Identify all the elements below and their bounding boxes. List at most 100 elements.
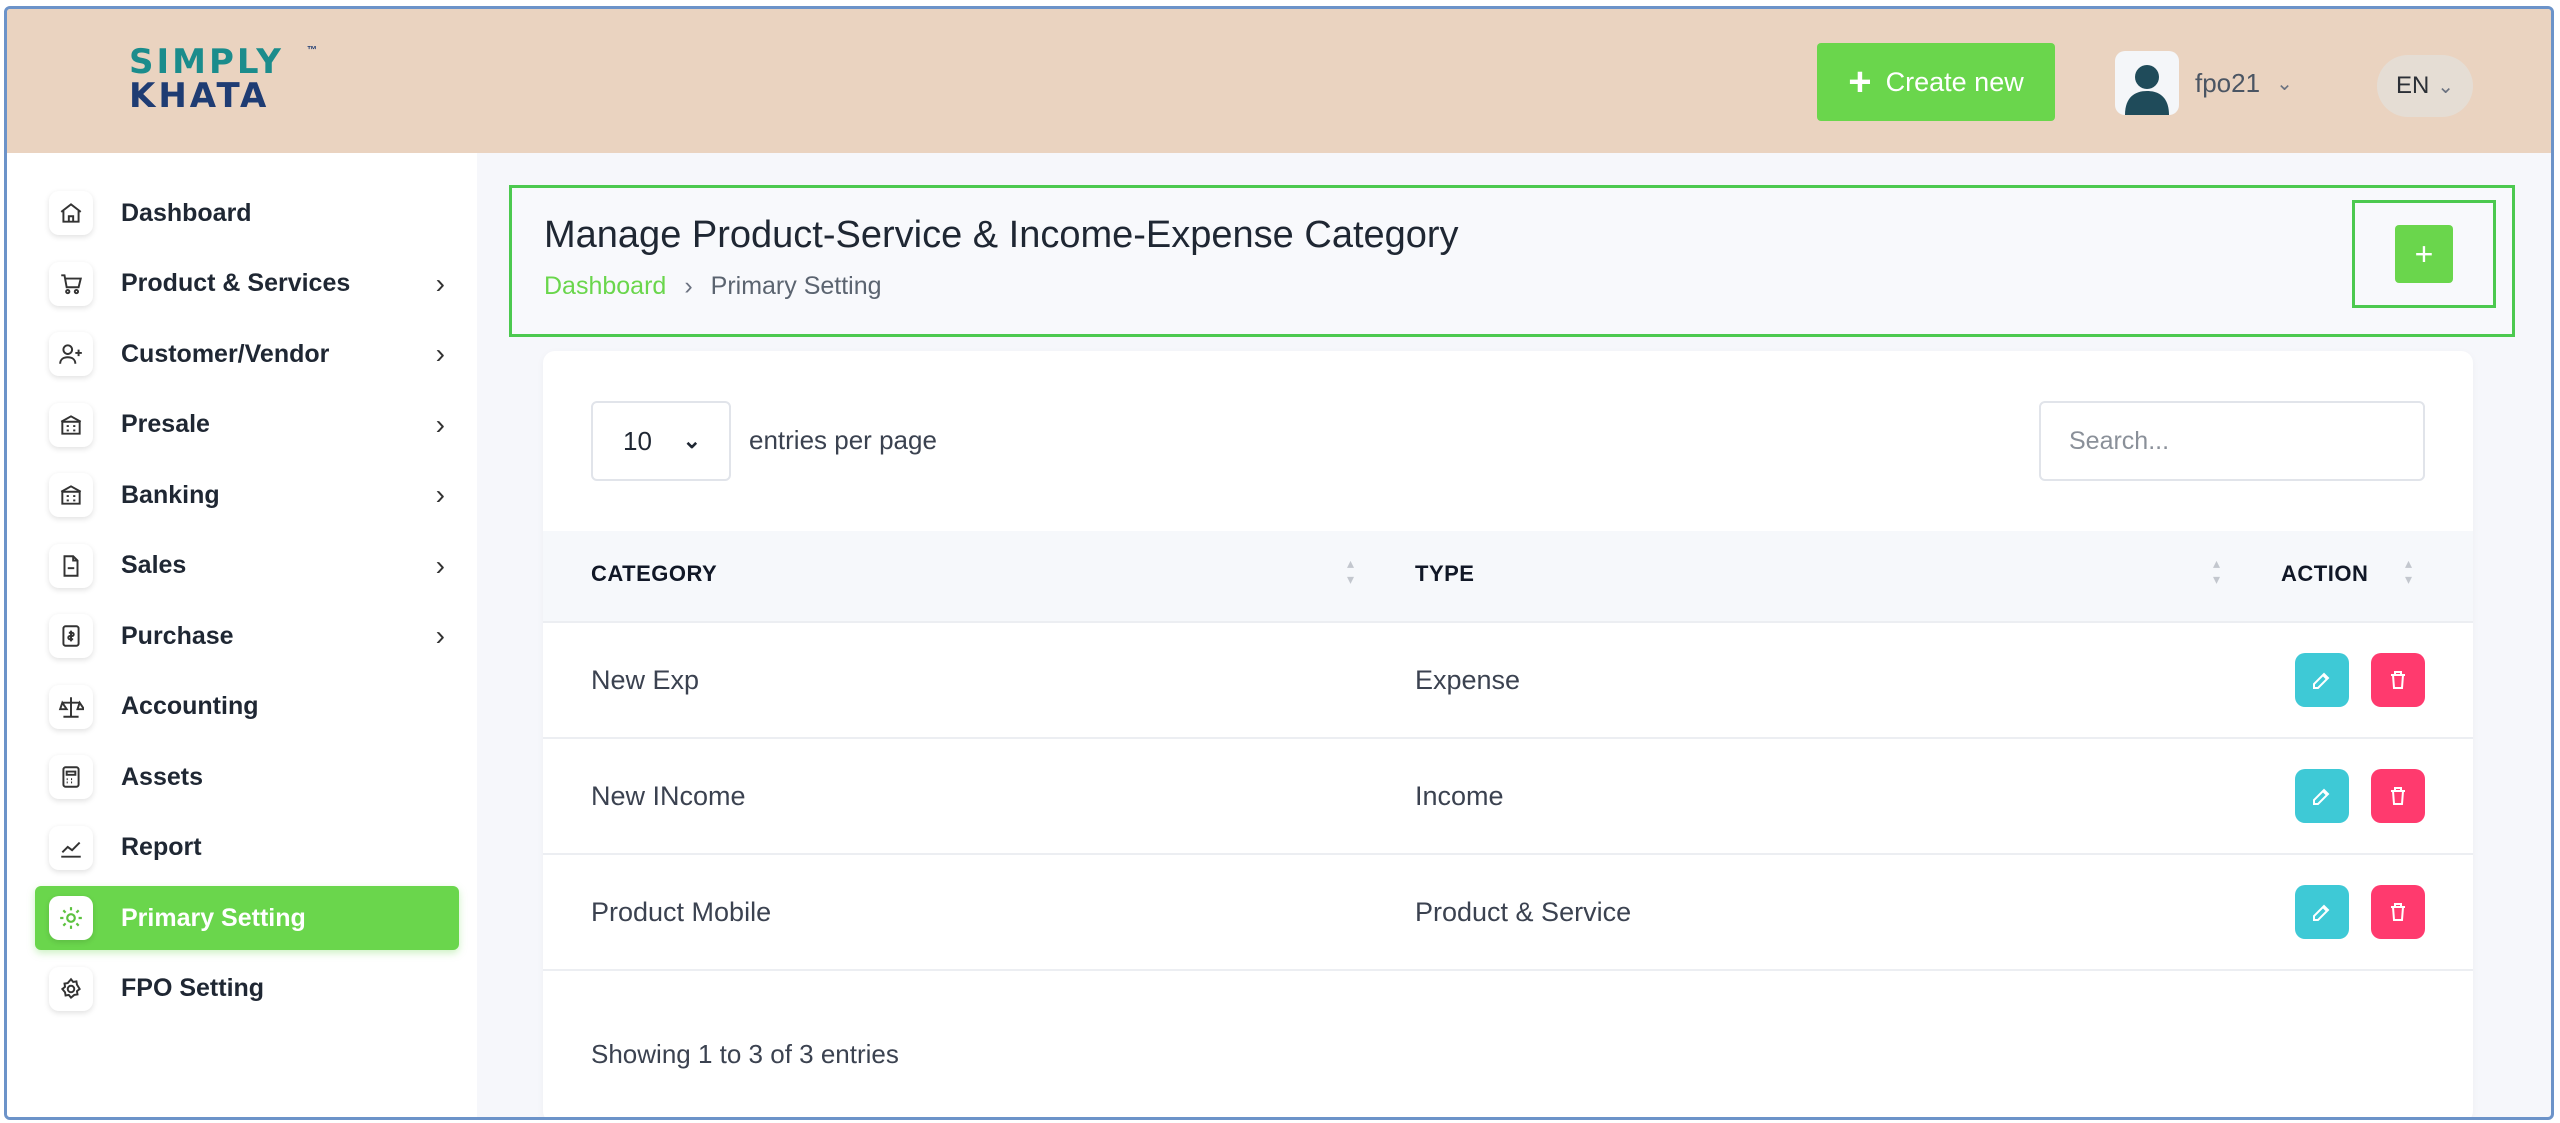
- sidebar-item-banking[interactable]: Banking ›: [35, 463, 459, 527]
- receipt-icon: [49, 614, 93, 658]
- page-header: Manage Product-Service & Income-Expense …: [509, 185, 2515, 337]
- edit-button[interactable]: [2295, 769, 2349, 823]
- top-header: SIMPLY KHATA ™ + Create new fpo21 ⌄ EN ⌄: [7, 9, 2551, 153]
- chevron-right-icon: ›: [435, 620, 445, 651]
- page-title: Manage Product-Service & Income-Expense …: [544, 214, 1459, 256]
- entries-per-page-select[interactable]: 10 ⌄: [591, 401, 731, 481]
- search-input[interactable]: [2039, 401, 2425, 481]
- calculator-icon: [49, 755, 93, 799]
- sidebar-item-customer-vendor[interactable]: Customer/Vendor ›: [35, 322, 459, 386]
- category-cell: New Exp: [591, 665, 700, 695]
- chevron-right-icon: ›: [435, 338, 445, 369]
- category-cell: Product Mobile: [591, 897, 772, 927]
- create-new-button[interactable]: + Create new: [1817, 43, 2055, 121]
- delete-button[interactable]: [2371, 653, 2425, 707]
- user-name: fpo21: [2195, 67, 2261, 98]
- sidebar-item-primary-setting[interactable]: Primary Setting: [35, 886, 459, 950]
- create-new-label: Create new: [1885, 66, 2024, 97]
- column-header-category[interactable]: CATEGORY: [591, 561, 717, 587]
- chevron-down-icon: ⌄: [682, 428, 701, 453]
- breadcrumb: Dashboard › Primary Setting: [544, 272, 882, 301]
- sidebar-item-fpo-setting[interactable]: FPO Setting: [35, 957, 459, 1021]
- sidebar-item-label: Dashboard: [121, 198, 252, 227]
- type-cell: Expense: [1415, 665, 1521, 695]
- edit-icon: [2310, 668, 2334, 692]
- sort-icon[interactable]: ▴ ▾: [2213, 555, 2220, 587]
- delete-button[interactable]: [2371, 885, 2425, 939]
- sidebar-item-label: Purchase: [121, 621, 234, 650]
- column-header-action: ACTION: [2281, 561, 2369, 586]
- entries-per-page-label: entries per page: [749, 425, 937, 455]
- edit-button[interactable]: [2295, 885, 2349, 939]
- sidebar-item-product-services[interactable]: Product & Services ›: [35, 252, 459, 316]
- logo-trademark: ™: [307, 45, 317, 56]
- trash-icon: [2386, 900, 2410, 924]
- sidebar-item-label: Report: [121, 833, 202, 861]
- sidebar-item-sales[interactable]: Sales ›: [35, 534, 459, 598]
- category-cell: New INcome: [591, 781, 746, 811]
- sidebar-item-label: Assets: [121, 762, 203, 791]
- sidebar-item-label: Primary Setting: [121, 903, 306, 932]
- trash-icon: [2386, 784, 2410, 808]
- sidebar: Dashboard Product & Services › Customer/Ven…: [7, 153, 477, 1117]
- category-table-card: 10 ⌄ entries per page CATEGORY ▴▾ TYPE ▴…: [543, 351, 2473, 1117]
- brand-logo[interactable]: SIMPLY KHATA ™: [129, 45, 329, 123]
- type-cell: Product & Service: [1415, 897, 1632, 927]
- edit-icon: [2310, 784, 2334, 808]
- table-row: Product Mobile Product & Service: [543, 855, 2473, 971]
- sort-icon[interactable]: ▴ ▾: [1347, 555, 1354, 587]
- sidebar-item-label: Presale: [121, 410, 210, 438]
- table-header: CATEGORY ▴ ▾ TYPE ▴ ▾ ACTION ▴ ▾: [543, 531, 2473, 623]
- language-selector[interactable]: EN ⌄: [2377, 55, 2473, 117]
- delete-button[interactable]: [2371, 769, 2425, 823]
- logo-line-1: SIMPLY: [129, 42, 284, 82]
- sidebar-item-assets[interactable]: Assets: [35, 745, 459, 809]
- scale-icon: [49, 684, 93, 729]
- avatar: [2115, 51, 2179, 115]
- chevron-right-icon: ›: [684, 272, 693, 300]
- sidebar-item-label: Banking: [121, 480, 220, 509]
- chart-line-icon: [49, 825, 93, 870]
- bank-icon: [49, 402, 93, 447]
- edit-icon: [2310, 900, 2334, 924]
- bank-icon: [49, 473, 93, 517]
- sidebar-item-accounting[interactable]: Accounting: [35, 675, 459, 739]
- table-info: Showing 1 to 3 of 3 entries: [591, 1039, 899, 1069]
- entries-per-page-value: 10: [623, 425, 652, 456]
- sidebar-item-label: Accounting: [121, 692, 259, 720]
- chevron-down-icon: ⌄: [2437, 75, 2455, 98]
- breadcrumb-dashboard-link[interactable]: Dashboard: [544, 272, 666, 301]
- sort-icon[interactable]: ▴ ▾: [2405, 555, 2412, 587]
- breadcrumb-current: Primary Setting: [710, 272, 882, 300]
- sidebar-item-label: FPO Setting: [121, 974, 265, 1002]
- sidebar-item-label: Customer/Vendor: [121, 339, 330, 368]
- chevron-right-icon: ›: [435, 479, 445, 510]
- cart-icon: [49, 261, 93, 306]
- chevron-right-icon: ›: [435, 267, 445, 299]
- sidebar-item-report[interactable]: Report: [35, 816, 459, 880]
- user-plus-icon: [49, 332, 93, 376]
- plus-icon: +: [1848, 60, 1872, 104]
- sidebar-item-label: Product & Services: [121, 269, 351, 297]
- logo-line-2: KHATA: [129, 76, 270, 116]
- sidebar-item-dashboard[interactable]: Dashboard: [35, 181, 459, 245]
- sidebar-item-presale[interactable]: Presale ›: [35, 393, 459, 457]
- table-row: New Exp Expense: [543, 623, 2473, 739]
- chevron-down-icon: ⌄: [2276, 72, 2293, 95]
- type-cell: Income: [1415, 781, 1504, 811]
- document-icon: [49, 543, 93, 588]
- sidebar-item-label: Sales: [121, 551, 187, 579]
- add-category-button[interactable]: +: [2395, 225, 2453, 283]
- user-icon: [2125, 65, 2169, 115]
- language-label: EN: [2395, 72, 2430, 99]
- add-button-highlight: +: [2352, 200, 2496, 308]
- chevron-right-icon: ›: [435, 549, 445, 581]
- column-header-type[interactable]: TYPE: [1415, 561, 1474, 587]
- edit-button[interactable]: [2295, 653, 2349, 707]
- home-icon: [49, 191, 93, 235]
- user-menu[interactable]: fpo21 ⌄: [2115, 49, 2293, 117]
- gear-icon: [49, 966, 93, 1011]
- trash-icon: [2386, 668, 2410, 692]
- sidebar-item-purchase[interactable]: Purchase ›: [35, 604, 459, 668]
- settings-icon: [49, 896, 93, 940]
